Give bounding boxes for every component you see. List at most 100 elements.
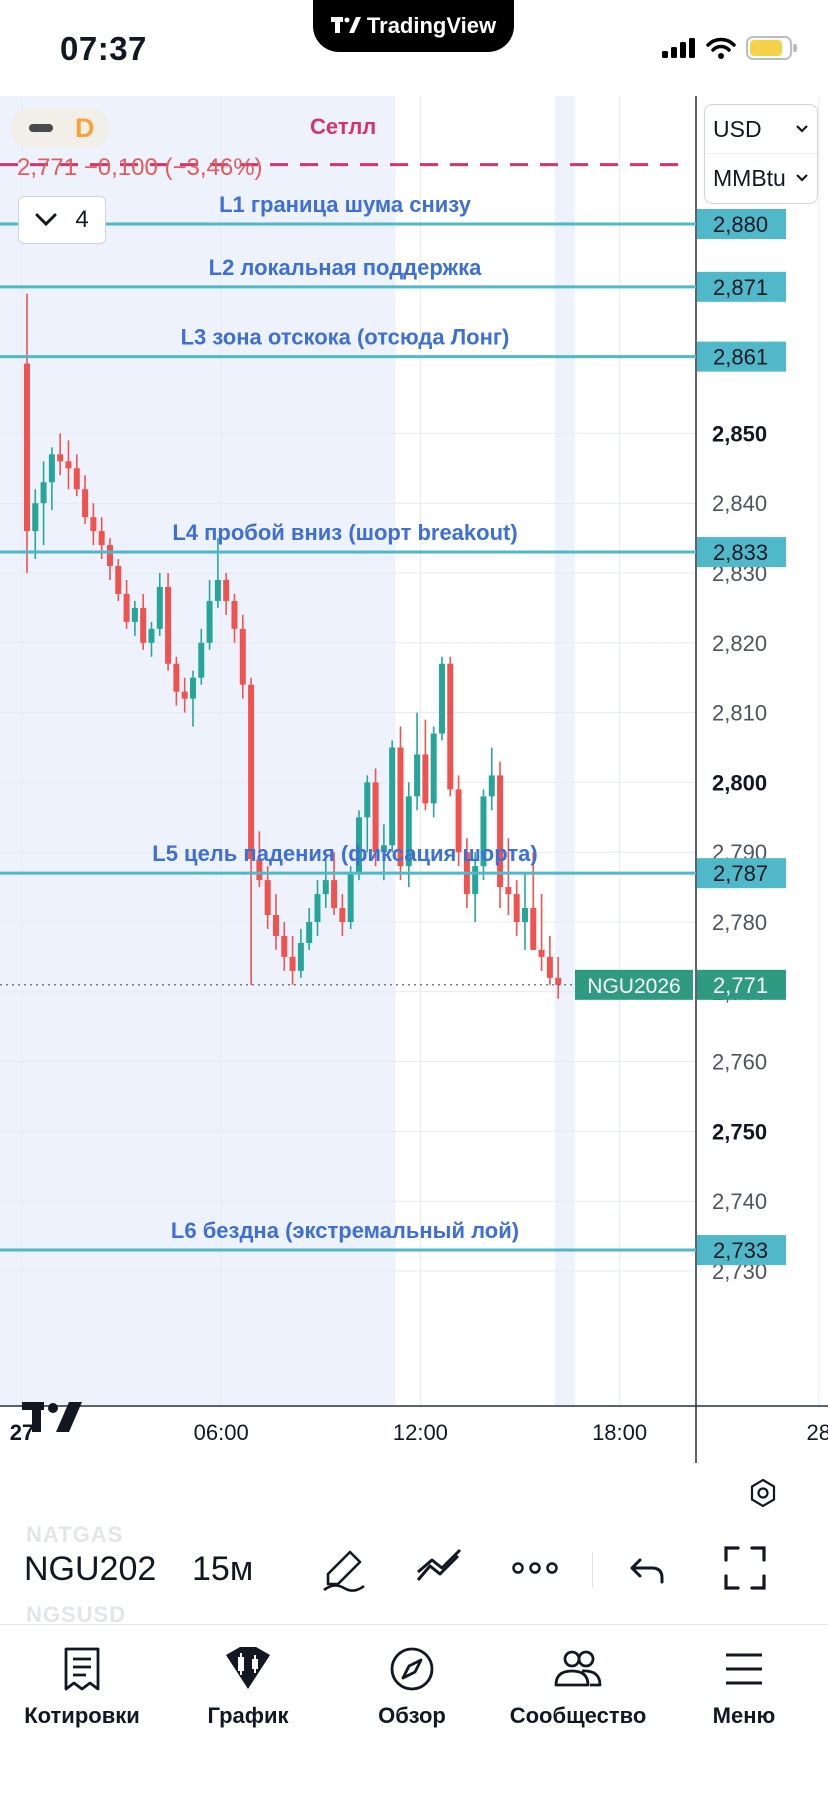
undo-icon[interactable] [628, 1544, 668, 1592]
nav-menu[interactable]: Меню [664, 1641, 824, 1729]
candle-down [538, 949, 545, 957]
y-tick-label: 2,840 [712, 491, 767, 516]
candle-down [173, 663, 180, 692]
session-shade-premarket [0, 96, 396, 1406]
cellular-signal-icon [662, 38, 695, 58]
chart-settings-icon[interactable] [748, 1478, 778, 1508]
candle-up [322, 880, 329, 895]
level-price-badge: 2,787 [713, 861, 768, 886]
candle-down [248, 684, 255, 860]
nav-menu-label: Меню [712, 1703, 776, 1728]
community-people-icon [554, 1650, 602, 1687]
price-change: 2,771 −0,100 (−3,46%) [17, 154, 263, 181]
ticker-prev[interactable]: NATGAS [26, 1522, 123, 1548]
toolbar-divider [592, 1552, 593, 1588]
collapse-minus-icon[interactable] [29, 124, 53, 132]
candle-up [347, 873, 354, 922]
level-price-badge: 2,833 [713, 540, 768, 565]
island-label: TradingView [366, 13, 497, 38]
indicators-icon[interactable] [414, 1544, 466, 1592]
nav-community[interactable]: Сообщество [498, 1641, 658, 1729]
candle-up [32, 503, 39, 532]
y-tick-label: 2,740 [712, 1189, 767, 1214]
candle-down [57, 454, 64, 462]
session-shade-late [554, 96, 575, 1406]
symbol-tag-label: NGU2026 [587, 975, 680, 998]
candle-down [90, 517, 97, 532]
settle-label: Сетлл [310, 114, 377, 139]
unit-dropdown[interactable]: MMBtu [705, 153, 817, 202]
nav-quotes[interactable]: Котировки [2, 1641, 162, 1729]
level-price-badge: 2,861 [713, 345, 768, 370]
candle-up [156, 586, 163, 629]
candle-up [414, 754, 421, 797]
y-tick-label: 2,850 [712, 421, 767, 446]
indicators-toggle-button[interactable]: 4 [18, 196, 106, 244]
status-bar: 07:37 TradingView [0, 0, 828, 96]
y-tick-label: 2,810 [712, 701, 767, 726]
candle-up [40, 482, 47, 504]
x-tick-label: 18:00 [592, 1420, 647, 1445]
y-tick-label: 2,750 [712, 1119, 767, 1144]
candle-down [530, 908, 537, 950]
y-tick-label: 2,820 [712, 631, 767, 656]
dynamic-island: TradingView [313, 0, 514, 52]
nav-chart[interactable]: График [168, 1641, 328, 1729]
candle-down [82, 489, 89, 518]
chart-area[interactable]: 2,7302,7402,7502,7602,7702,7802,7902,800… [0, 96, 828, 1463]
candle-down [505, 887, 512, 895]
interval-selector[interactable]: 15м [192, 1550, 253, 1589]
candle-up [206, 600, 213, 643]
candle-down [73, 468, 80, 490]
candle-down [23, 363, 30, 532]
currency-dropdown[interactable]: USD [705, 105, 817, 153]
candle-down [239, 628, 246, 685]
candle-down [422, 754, 429, 804]
candle-up [198, 642, 205, 678]
candle-up [48, 454, 55, 483]
level-price-badge: 2,733 [713, 1238, 768, 1263]
candle-down [272, 915, 279, 936]
level-label: L1 граница шума снизу [219, 192, 472, 217]
candle-down [181, 691, 188, 699]
candle-down [106, 545, 113, 567]
ticker-symbol[interactable]: NGU2026 [24, 1550, 158, 1589]
candle-up [438, 663, 445, 734]
candle-down [497, 775, 504, 888]
candle-up [472, 866, 479, 895]
quotes-list-icon [64, 1647, 100, 1691]
drawing-pen-icon[interactable] [320, 1544, 368, 1592]
candle-up [148, 628, 155, 643]
legend-pill[interactable]: D [10, 108, 110, 148]
candle-down [98, 531, 105, 546]
level-label: L4 пробой вниз (шорт breakout) [172, 520, 517, 545]
level-label: L2 локальная поддержка [209, 255, 482, 280]
more-options-icon[interactable] [510, 1544, 560, 1592]
level-price-badge: 2,871 [713, 275, 768, 300]
currency-value: USD [713, 115, 762, 142]
chevron-down-icon [796, 174, 808, 182]
nav-chart-label: График [207, 1703, 289, 1728]
candle-up [131, 607, 138, 622]
nav-overview[interactable]: Обзор [332, 1641, 492, 1729]
unit-value: MMBtu [713, 164, 786, 191]
bottom-navigation: Котировки График Обзор Сообщество Меню [0, 1624, 828, 1793]
y-tick-label: 2,780 [712, 910, 767, 935]
indicator-count: 4 [75, 206, 89, 233]
last-price-badge: 2,771 [713, 973, 768, 998]
chevron-down-icon [35, 213, 57, 227]
candle-down [546, 956, 553, 978]
candle-down [65, 461, 72, 469]
unit-selector[interactable]: USD MMBtu [704, 104, 818, 204]
level-price-badge: 2,880 [713, 212, 768, 237]
level-label: L3 зона отскока (отсюда Лонг) [181, 325, 510, 350]
candle-up [430, 733, 437, 804]
candle-down [264, 880, 271, 916]
compass-icon [390, 1647, 434, 1691]
candle-down [165, 586, 172, 664]
level-label: L6 бездна (экстремальный лой) [171, 1218, 519, 1243]
x-tick-label: 12:00 [393, 1420, 448, 1445]
interval-letter: D [75, 112, 95, 143]
fullscreen-icon[interactable] [722, 1544, 768, 1592]
chart-canvas[interactable]: 2,7302,7402,7502,7602,7702,7802,7902,800… [0, 96, 828, 1463]
